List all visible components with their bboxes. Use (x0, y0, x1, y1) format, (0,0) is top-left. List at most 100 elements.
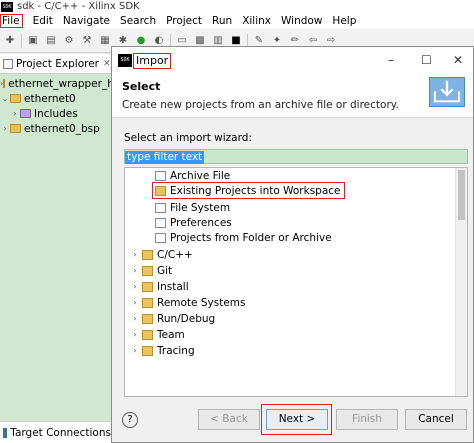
chevron-right-icon[interactable]: › (10, 109, 20, 118)
folder-icon (142, 249, 153, 260)
project-tree: › ethernet_wrapper_h ⌄ ethernet0 › Inclu… (0, 74, 114, 136)
wizard-label: Select an import wizard: (124, 132, 252, 144)
window-title: sdk - C/C++ - Xilinx SDK (17, 1, 140, 12)
menu-window[interactable]: Window (275, 14, 326, 28)
scrollbar-thumb[interactable] (458, 170, 465, 220)
menu-run[interactable]: Run (206, 14, 236, 28)
projects-from-folder-icon (155, 232, 166, 243)
target-connections-title: Target Connections (10, 426, 111, 439)
chevron-down-icon[interactable]: ⌄ (0, 94, 10, 103)
dialog-footer: ? < Back Next > Finish Cancel (112, 400, 473, 442)
wizard-category-label: Install (157, 280, 189, 293)
wizard-category-label: Run/Debug (157, 312, 216, 325)
menu-edit[interactable]: Edit (27, 14, 57, 28)
wizard-item-label: File System (170, 201, 231, 214)
folder-icon (142, 329, 153, 340)
folder-icon (142, 281, 153, 292)
maximize-icon[interactable]: ☐ (421, 53, 432, 67)
chevron-right-icon[interactable]: › (129, 250, 141, 259)
wizard-category[interactable]: › Remote Systems (129, 295, 245, 310)
tree-item-label: ethernet_wrapper_h (8, 77, 114, 90)
wizard-category[interactable]: › Tracing (129, 343, 195, 358)
tree-item[interactable]: ⌄ ethernet0 (0, 91, 111, 106)
left-panel: Project Explorer ✕ › ethernet_wrapper_h … (0, 54, 114, 443)
wizard-item[interactable]: File System (155, 200, 230, 215)
chevron-right-icon[interactable]: › (129, 314, 141, 323)
filter-input[interactable]: type filter text (124, 149, 468, 164)
filter-text: type filter text (125, 151, 205, 164)
sdk-dialog-icon: SDK (118, 54, 132, 67)
wizard-category-label: Team (157, 328, 185, 341)
wizard-item[interactable]: Preferences (155, 215, 232, 230)
save-icon[interactable]: ▣ (26, 34, 40, 48)
finish-button[interactable]: Finish (336, 409, 398, 430)
program-icon[interactable]: ▦ (98, 34, 112, 48)
import-wizard-icon (429, 77, 465, 107)
chevron-right-icon[interactable]: › (129, 282, 141, 291)
project-explorer-header[interactable]: Project Explorer ✕ (0, 54, 111, 74)
wizard-item-label: Preferences (170, 216, 232, 229)
wizard-category-label: C/C++ (157, 248, 193, 261)
tree-item[interactable]: › Includes (0, 106, 111, 121)
folder-icon (142, 345, 153, 356)
tree-scrollbar[interactable] (455, 168, 467, 396)
wizard-item-label: Projects from Folder or Archive (170, 231, 332, 244)
back-button[interactable]: < Back (198, 409, 260, 430)
build-icon[interactable]: ⚒ (80, 34, 94, 48)
wizard-tree[interactable]: Archive File Existing Projects into Work… (124, 167, 468, 397)
wizard-category[interactable]: › Team (129, 327, 185, 342)
chevron-right-icon[interactable]: › (0, 124, 10, 133)
chevron-right-icon[interactable]: › (129, 298, 141, 307)
wizard-category[interactable]: › Git (129, 263, 172, 278)
cancel-button[interactable]: Cancel (405, 409, 467, 430)
wizard-item-label: Archive File (170, 169, 231, 182)
target-connections-header[interactable]: Target Connections (0, 421, 111, 443)
folder-icon (3, 79, 6, 88)
banner-title: Select (122, 80, 161, 93)
close-icon[interactable]: ✕ (103, 59, 111, 69)
folder-icon (10, 94, 21, 103)
wizard-category[interactable]: › C/C++ (129, 247, 193, 262)
help-icon[interactable]: ? (122, 412, 138, 428)
tree-item-label: ethernet0_bsp (24, 122, 100, 135)
menu-xilinx[interactable]: Xilinx (236, 14, 275, 28)
minimize-icon[interactable]: – (388, 53, 394, 67)
settings-icon[interactable]: ⚙ (62, 34, 76, 48)
chevron-right-icon[interactable]: › (129, 330, 141, 339)
save-all-icon[interactable]: ▤ (44, 34, 58, 48)
wizard-category[interactable]: › Install (129, 279, 189, 294)
wizard-category-label: Tracing (157, 344, 195, 357)
menu-file[interactable]: File (0, 14, 23, 28)
project-explorer-title: Project Explorer (16, 57, 99, 70)
menu-navigate[interactable]: Navigate (57, 14, 114, 28)
menu-project[interactable]: Project (160, 14, 206, 28)
wizard-item-selected[interactable]: Existing Projects into Workspace (152, 182, 345, 199)
folder-icon (10, 124, 21, 133)
menu-help[interactable]: Help (326, 14, 360, 28)
folder-icon (142, 313, 153, 324)
tree-item-label: Includes (34, 107, 78, 120)
tree-item-label: ethernet0 (24, 92, 76, 105)
banner-description: Create new projects from an archive file… (122, 99, 399, 111)
wizard-item[interactable]: Projects from Folder or Archive (155, 230, 332, 245)
toolbar-separator (21, 33, 22, 48)
wizard-banner: Select Create new projects from an archi… (112, 74, 473, 118)
folder-icon (142, 297, 153, 308)
sdk-app-icon: SDK (1, 1, 13, 12)
wizard-category[interactable]: › Run/Debug (129, 311, 215, 326)
close-icon[interactable]: ✕ (453, 53, 463, 67)
menu-search[interactable]: Search (114, 14, 160, 28)
archive-file-icon (155, 170, 166, 181)
tree-item[interactable]: › ethernet0_bsp (0, 121, 111, 136)
folder-icon (142, 265, 153, 276)
wizard-item[interactable]: Archive File (155, 168, 230, 183)
new-icon[interactable]: ✚ (3, 34, 17, 48)
chevron-right-icon[interactable]: › (129, 266, 141, 275)
target-connections-icon (3, 427, 8, 438)
file-system-icon (155, 202, 166, 213)
next-button[interactable]: Next > (266, 409, 328, 430)
tree-item[interactable]: › ethernet_wrapper_h (0, 76, 114, 91)
dialog-title-bar: SDK Impor – ☐ ✕ (112, 47, 473, 74)
wizard-item-label: Existing Projects into Workspace (170, 184, 341, 197)
chevron-right-icon[interactable]: › (129, 346, 141, 355)
